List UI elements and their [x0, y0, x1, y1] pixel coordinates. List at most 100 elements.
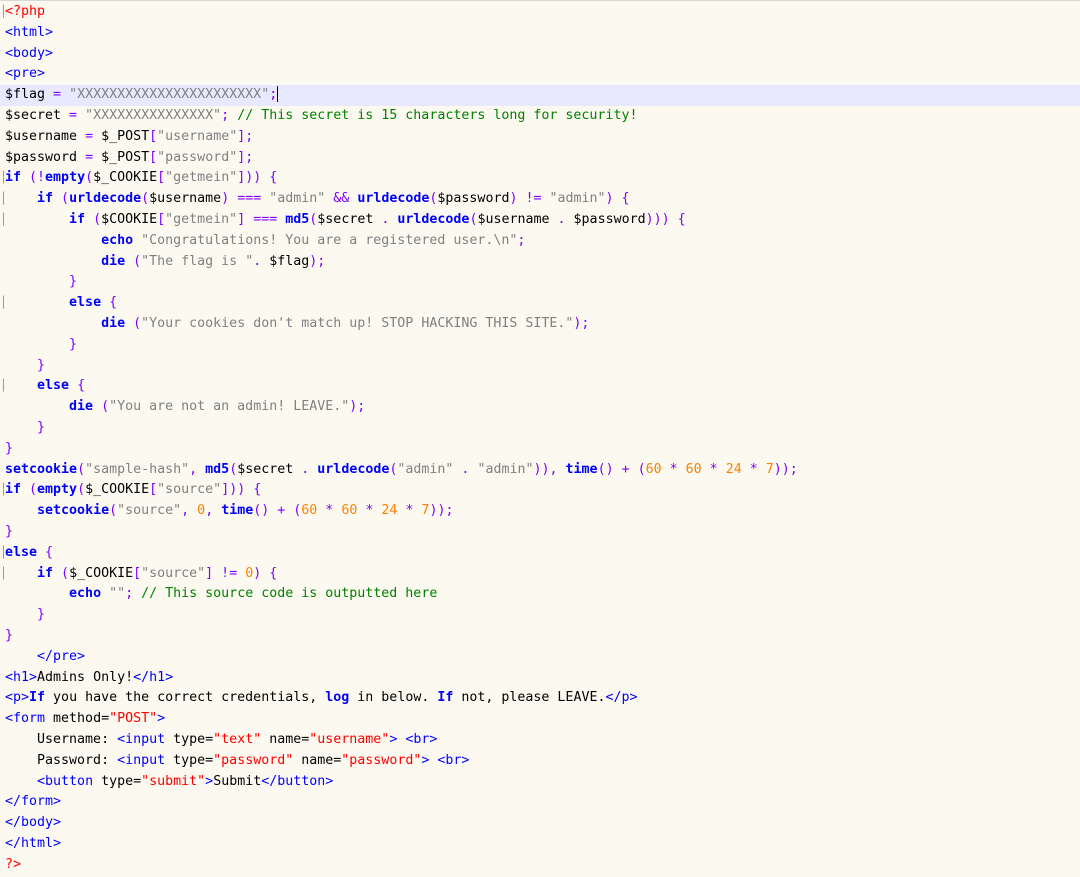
code-token: (: [109, 503, 118, 519]
code-line[interactable]: </html>: [0, 834, 1080, 855]
code-token: ) !=: [509, 191, 550, 207]
code-line[interactable]: │ else {: [0, 543, 1080, 564]
code-line[interactable]: │ if (!empty($_COOKIE["getmein"])) {: [0, 168, 1080, 189]
code-token: if: [37, 191, 54, 207]
code-token: $secret: [237, 461, 294, 477]
code-line[interactable]: $password = $_POST["password"];: [0, 148, 1080, 169]
code-token: $secret: [317, 212, 374, 227]
code-token: else: [37, 378, 70, 394]
code-line[interactable]: <pre>: [0, 64, 1080, 85]
code-line[interactable]: $secret = "XXXXXXXXXXXXXXX"; // This sec…: [0, 106, 1080, 127]
code-token: ,: [205, 503, 222, 519]
code-token: <body>: [5, 45, 54, 61]
code-token: in below.: [349, 690, 438, 706]
code-line[interactable]: <p>If you have the correct credentials, …: [0, 688, 1080, 709]
code-line-text: if ($COOKIE["getmein"] === md5($secret .…: [5, 210, 686, 231]
code-token: </pre>: [37, 648, 86, 664]
code-token: (: [53, 565, 70, 581]
code-token: }: [37, 607, 46, 623]
code-line[interactable]: setcookie("sample-hash", md5($secret . u…: [0, 460, 1080, 481]
code-token: (: [77, 482, 86, 498]
code-line[interactable]: <body>: [0, 44, 1080, 65]
code-line[interactable]: </pre>: [0, 647, 1080, 668]
code-line[interactable]: <h1>Admins Only!</h1>: [0, 668, 1080, 689]
code-token: </button>: [261, 773, 334, 789]
code-line[interactable]: </body>: [0, 813, 1080, 834]
code-token: $secret: [5, 108, 62, 123]
code-token: );: [309, 253, 326, 269]
code-token: md5: [285, 212, 310, 227]
code-token: "text": [213, 732, 262, 747]
code-line[interactable]: │ if ($COOKIE["getmein"] === md5($secret…: [0, 210, 1080, 231]
code-line-text: }: [5, 335, 77, 356]
code-token: "Your cookies don't match up! STOP HACKI…: [141, 316, 574, 331]
code-line[interactable]: │ <?php: [0, 2, 1080, 23]
code-line[interactable]: }: [0, 272, 1080, 293]
code-line[interactable]: <button type="submit">Submit</button>: [0, 772, 1080, 793]
code-line[interactable]: $flag = "XXXXXXXXXXXXXXXXXXXXXXX";: [0, 85, 1080, 106]
code-token: Password:: [5, 752, 118, 768]
code-token: "source": [141, 565, 206, 581]
code-token: "submit": [141, 773, 206, 789]
code-token: [: [157, 212, 166, 227]
code-line[interactable]: <html>: [0, 23, 1080, 44]
code-line[interactable]: }: [0, 418, 1080, 439]
code-token: </html>: [5, 836, 62, 851]
code-token: "POST": [109, 711, 158, 727]
code-line-text: <form method="POST">: [5, 709, 165, 730]
code-token: $username: [477, 212, 550, 227]
code-token: urldecode: [317, 461, 390, 477]
code-line[interactable]: │ else {: [0, 293, 1080, 314]
code-line[interactable]: die ("The flag is ". $flag);: [0, 252, 1080, 273]
code-token: (: [85, 212, 102, 227]
code-token: 24: [381, 503, 398, 519]
code-token: }: [69, 336, 78, 352]
code-token: $username: [149, 191, 222, 207]
code-line[interactable]: │ if ($_COOKIE["source"] != 0) {: [0, 564, 1080, 585]
code-line[interactable]: }: [0, 522, 1080, 543]
code-line[interactable]: }: [0, 335, 1080, 356]
code-line[interactable]: Username: <input type="text" name="usern…: [0, 730, 1080, 751]
code-line[interactable]: echo "Congratulations! You are a registe…: [0, 231, 1080, 252]
code-line[interactable]: ?>: [0, 855, 1080, 876]
code-line[interactable]: </form>: [0, 792, 1080, 813]
code-line[interactable]: │ if (empty($_COOKIE["source"])) {: [0, 480, 1080, 501]
code-token: ] ===: [237, 212, 286, 227]
code-line[interactable]: Password: <input type="password" name="p…: [0, 751, 1080, 772]
code-line[interactable]: <form method="POST">: [0, 709, 1080, 730]
code-line[interactable]: }: [0, 605, 1080, 626]
code-token: $_POST: [101, 149, 150, 165]
code-token: Submit: [213, 773, 262, 789]
code-line[interactable]: die ("Your cookies don't match up! STOP …: [0, 314, 1080, 335]
code-line[interactable]: setcookie("source", 0, time() + (60 * 60…: [0, 501, 1080, 522]
code-token: $username: [5, 128, 78, 144]
code-line[interactable]: │ else {: [0, 376, 1080, 397]
code-token: (: [53, 191, 70, 207]
code-token: ))) {: [645, 212, 686, 227]
code-token: setcookie: [5, 461, 78, 477]
code-token: .: [293, 461, 318, 477]
code-line[interactable]: │ if (urldecode($username) === "admin" &…: [0, 189, 1080, 210]
code-editor[interactable]: │ <?php <html> <body> <pre> $flag = "XXXXXXXX…: [0, 0, 1080, 877]
code-line[interactable]: }: [0, 626, 1080, 647]
code-line[interactable]: die ("You are not an admin! LEAVE.");: [0, 397, 1080, 418]
code-line[interactable]: }: [0, 439, 1080, 460]
code-line[interactable]: echo ""; // This source code is outputte…: [0, 584, 1080, 605]
code-token: ));: [429, 503, 454, 519]
code-token: }: [69, 274, 78, 290]
code-token: 60: [341, 503, 358, 519]
code-line[interactable]: $username = $_POST["username"];: [0, 127, 1080, 148]
code-token: if: [5, 482, 22, 498]
text-caret: [277, 86, 279, 103]
code-line[interactable]: }: [0, 356, 1080, 377]
code-token: );: [349, 399, 366, 415]
code-line-text: setcookie("source", 0, time() + (60 * 60…: [5, 501, 453, 522]
code-token: $password: [437, 191, 510, 207]
code-line-text: die ("Your cookies don't match up! STOP …: [5, 314, 589, 335]
code-token: (: [77, 461, 86, 477]
code-token: =: [77, 128, 102, 144]
code-line-text: Password: <input type="password" name="p…: [5, 751, 469, 772]
